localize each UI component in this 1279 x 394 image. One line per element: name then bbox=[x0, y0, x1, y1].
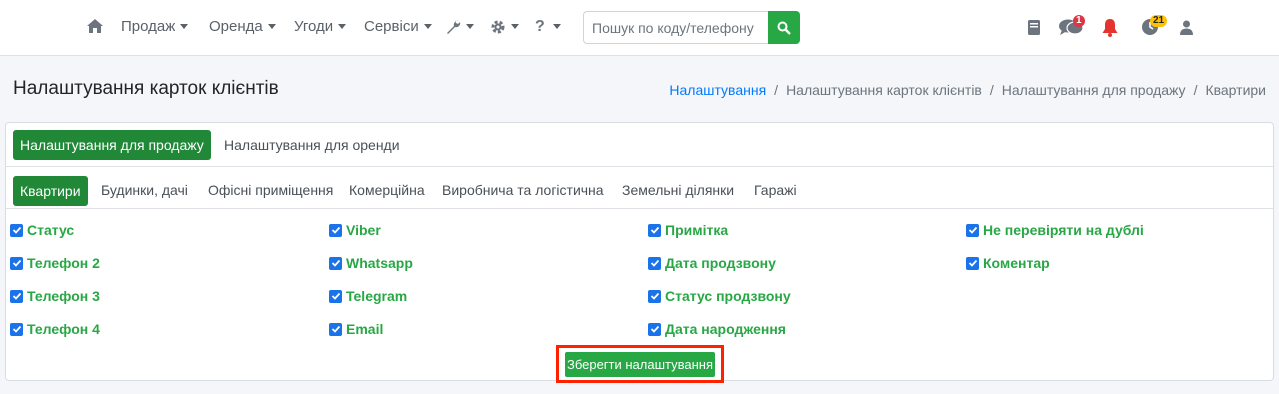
chevron-down-icon bbox=[338, 23, 347, 29]
save-settings-button[interactable]: Зберегти налаштування bbox=[565, 352, 715, 377]
messages-button[interactable]: 1 bbox=[1058, 15, 1085, 37]
chevron-down-icon bbox=[423, 23, 432, 29]
user-menu[interactable] bbox=[1180, 17, 1193, 37]
breadcrumb: Налаштування / Налаштування карток клієнті… bbox=[669, 82, 1266, 98]
field-checkbox[interactable]: Дата продзвону bbox=[648, 255, 776, 271]
checkbox-checked-icon[interactable] bbox=[329, 322, 342, 336]
field-label: Whatsapp bbox=[346, 255, 413, 271]
user-icon bbox=[1180, 20, 1193, 35]
nav-deals-label: Угоди bbox=[294, 18, 334, 35]
messages-badge: 1 bbox=[1073, 15, 1085, 27]
checkbox-checked-icon[interactable] bbox=[10, 223, 23, 237]
field-label: Дата народження bbox=[665, 321, 786, 337]
checkbox-checked-icon[interactable] bbox=[648, 289, 661, 303]
checkbox-checked-icon[interactable] bbox=[10, 289, 23, 303]
checkbox-checked-icon[interactable] bbox=[10, 256, 23, 270]
field-label: Примітка bbox=[665, 222, 729, 238]
tab-rent-settings[interactable]: Налаштування для оренди bbox=[224, 136, 400, 154]
breadcrumb-item: Налаштування карток клієнтів bbox=[786, 82, 982, 98]
tab-apartments[interactable]: Квартири bbox=[13, 176, 88, 206]
checkbox-checked-icon[interactable] bbox=[648, 256, 661, 270]
field-checkbox[interactable]: Дата народження bbox=[648, 321, 786, 337]
field-label: Телефон 2 bbox=[27, 255, 100, 271]
chevron-down-icon bbox=[466, 23, 474, 29]
checkbox-checked-icon[interactable] bbox=[10, 322, 23, 336]
field-label: Viber bbox=[346, 222, 381, 238]
settings-menu[interactable] bbox=[490, 17, 519, 37]
notifications-button[interactable] bbox=[1101, 17, 1119, 37]
nav-sales-label: Продаж bbox=[121, 18, 176, 35]
field-label: Дата продзвону bbox=[665, 255, 776, 271]
nav-services-menu[interactable]: Сервіси bbox=[364, 18, 432, 36]
breadcrumb-settings-link[interactable]: Налаштування bbox=[669, 82, 766, 98]
tab-houses[interactable]: Будинки, дачі bbox=[101, 181, 188, 199]
checkbox-checked-icon[interactable] bbox=[329, 223, 342, 237]
settings-card: Налаштування для продажу Налаштування дл… bbox=[5, 122, 1274, 381]
field-label: Телефон 3 bbox=[27, 288, 100, 304]
search-button[interactable] bbox=[768, 11, 800, 44]
field-checkbox[interactable]: Коментар bbox=[966, 255, 1050, 271]
question-icon: ? bbox=[535, 18, 545, 35]
chevron-down-icon bbox=[180, 23, 189, 29]
chevron-down-icon bbox=[511, 23, 519, 29]
book-icon[interactable] bbox=[1028, 17, 1040, 37]
field-checkbox[interactable]: Статус bbox=[10, 222, 74, 238]
bell-icon bbox=[1102, 18, 1118, 37]
history-badge: 21 bbox=[1150, 15, 1168, 27]
breadcrumb-current: Квартири bbox=[1205, 82, 1266, 98]
help-menu[interactable]: ? bbox=[535, 17, 561, 37]
tab-sale-settings[interactable]: Налаштування для продажу bbox=[13, 130, 211, 160]
tools-menu[interactable] bbox=[445, 17, 474, 37]
field-label: Telegram bbox=[346, 288, 408, 304]
category-tabs: Квартири Будинки, дачі Офісні приміщення… bbox=[6, 167, 1273, 209]
chevron-down-icon bbox=[267, 23, 276, 29]
wrench-icon bbox=[447, 20, 461, 34]
home-icon[interactable] bbox=[86, 17, 104, 35]
search-input[interactable] bbox=[583, 11, 769, 44]
field-checkbox[interactable]: Telegram bbox=[329, 288, 407, 304]
history-button[interactable]: 21 bbox=[1141, 15, 1168, 37]
nav-services-label: Сервіси bbox=[364, 18, 419, 35]
field-checkbox[interactable]: Статус продзвону bbox=[648, 288, 791, 304]
field-checkbox[interactable]: Телефон 2 bbox=[10, 255, 100, 271]
tab-offices[interactable]: Офісні приміщення bbox=[208, 181, 333, 199]
breadcrumb-item: Налаштування для продажу bbox=[1001, 82, 1186, 98]
checkbox-checked-icon[interactable] bbox=[329, 256, 342, 270]
field-checkbox[interactable]: Телефон 3 bbox=[10, 288, 100, 304]
field-label: Коментар bbox=[983, 255, 1050, 271]
checkbox-checked-icon[interactable] bbox=[648, 322, 661, 336]
field-checkbox[interactable]: Телефон 4 bbox=[10, 321, 100, 337]
nav-deals-menu[interactable]: Угоди bbox=[294, 18, 347, 36]
mode-tabs: Налаштування для продажу Налаштування дл… bbox=[6, 123, 1273, 167]
gear-icon bbox=[491, 20, 505, 34]
chevron-down-icon bbox=[552, 23, 561, 29]
field-checkbox[interactable]: Email bbox=[329, 321, 383, 337]
checkbox-checked-icon[interactable] bbox=[966, 256, 979, 270]
field-label: Не перевіряти на дублі bbox=[983, 222, 1144, 238]
tab-commercial[interactable]: Комерційна bbox=[349, 181, 425, 199]
nav-sales-menu[interactable]: Продаж bbox=[121, 18, 189, 36]
field-label: Статус продзвону bbox=[665, 288, 791, 304]
nav-rent-menu[interactable]: Оренда bbox=[209, 18, 276, 36]
nav-rent-label: Оренда bbox=[209, 18, 263, 35]
checkbox-checked-icon[interactable] bbox=[329, 289, 342, 303]
field-checkbox[interactable]: Viber bbox=[329, 222, 381, 238]
field-checkbox[interactable]: Whatsapp bbox=[329, 255, 413, 271]
tab-land[interactable]: Земельні ділянки bbox=[622, 181, 734, 199]
checkbox-checked-icon[interactable] bbox=[966, 223, 979, 237]
checkbox-checked-icon[interactable] bbox=[648, 223, 661, 237]
field-checkbox[interactable]: Не перевіряти на дублі bbox=[966, 222, 1144, 238]
search-icon bbox=[777, 21, 791, 35]
tab-garages[interactable]: Гаражі bbox=[754, 181, 797, 199]
top-navbar: Продаж Оренда Угоди Сервіси ? 1 21 bbox=[0, 0, 1279, 56]
tab-industrial[interactable]: Виробнича та логістична bbox=[442, 181, 604, 199]
field-label: Email bbox=[346, 321, 384, 337]
page-title: Налаштування карток клієнтів bbox=[13, 78, 279, 99]
field-label: Телефон 4 bbox=[27, 321, 100, 337]
field-checkbox[interactable]: Примітка bbox=[648, 222, 728, 238]
field-label: Статус bbox=[27, 222, 75, 238]
